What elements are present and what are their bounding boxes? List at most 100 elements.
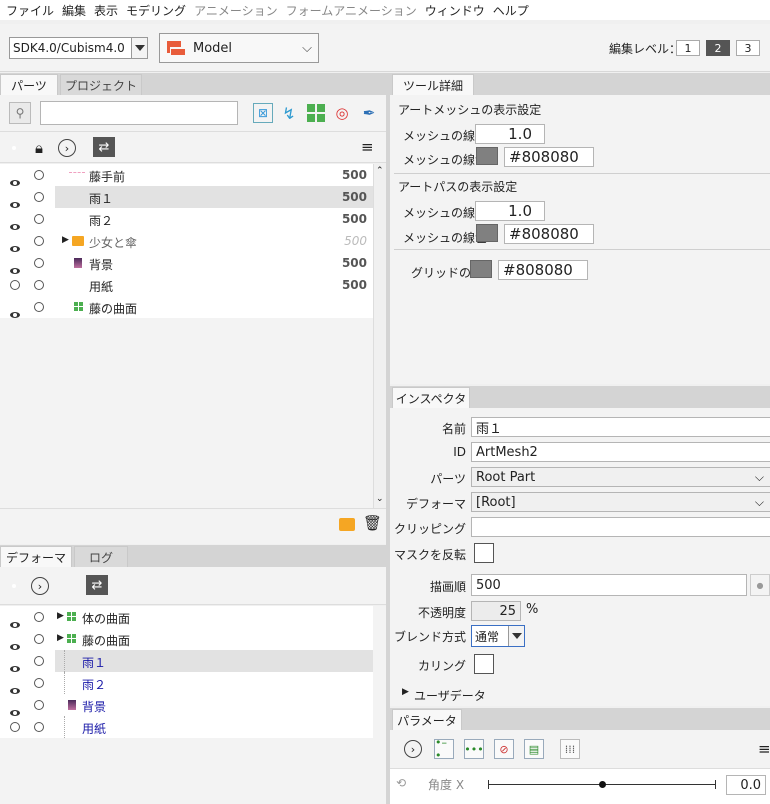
deformer-select[interactable]: [Root] ⌵ [471, 492, 770, 512]
eye-icon[interactable] [10, 312, 20, 318]
menu-icon[interactable]: ≡ [758, 740, 770, 758]
chevron-right-icon[interactable]: › [58, 139, 76, 157]
lock-toggle-icon[interactable] [34, 258, 44, 268]
lock-toggle-icon[interactable] [34, 236, 44, 246]
deformer-row[interactable]: 雨２ [0, 672, 373, 694]
link-icon[interactable]: ⟲ [396, 776, 406, 790]
mesh-color-swatch[interactable] [476, 147, 498, 165]
path-width-input[interactable]: 1.0 [475, 201, 545, 221]
lock-toggle-icon[interactable] [34, 678, 44, 688]
chevron-up-icon[interactable]: ⌃ [376, 166, 384, 176]
menu-item[interactable]: 編集 [58, 2, 90, 19]
opacity-input[interactable]: 25 [471, 601, 521, 621]
parameter-value[interactable]: 0.0 [726, 775, 766, 795]
trash-icon[interactable]: 🗑︎ [363, 514, 382, 532]
parts-row[interactable]: 用紙 500 [0, 274, 373, 296]
lock-toggle-icon[interactable] [34, 700, 44, 710]
lock-toggle-icon[interactable] [34, 634, 44, 644]
deformer-row[interactable]: 雨１ [0, 650, 373, 672]
deformer-row[interactable]: ▶ 体の曲面 [0, 606, 373, 628]
rotation-deformer-icon[interactable]: ◎ [332, 103, 352, 123]
mesh-icon[interactable]: ⊠ [253, 103, 273, 123]
grid-color-swatch[interactable] [470, 260, 492, 278]
edit-level-2[interactable]: 2 [706, 40, 730, 56]
tab-project[interactable]: プロジェクト [60, 74, 142, 95]
deformer-row[interactable]: 背景 [0, 694, 373, 716]
menu-item[interactable]: ファイル [2, 2, 58, 19]
chevron-right-icon[interactable]: ▶ [402, 687, 409, 697]
lock-toggle-icon[interactable] [34, 170, 44, 180]
chevron-right-icon[interactable]: › [404, 740, 422, 758]
model-select[interactable]: Model ⌵ [159, 33, 319, 63]
folder-icon[interactable] [339, 518, 355, 531]
blend-select[interactable]: 通常 [471, 625, 525, 647]
search-icon[interactable]: ⚲ [9, 102, 31, 124]
tab-parts[interactable]: パーツ [0, 74, 58, 95]
menu-item[interactable]: 表示 [90, 2, 122, 19]
menu-icon[interactable]: ≡ [361, 138, 374, 156]
parts-scrollbar[interactable]: ⌃ ⌄ [373, 164, 386, 508]
chevron-right-icon[interactable]: ▶ [57, 633, 64, 643]
parts-search-input[interactable] [40, 101, 238, 125]
dots-grid-icon[interactable]: ⁞⁞⁞ [560, 739, 580, 759]
tab-inspector[interactable]: インスペクタ [392, 387, 470, 408]
lock-toggle-icon[interactable] [34, 192, 44, 202]
path-icon[interactable]: ↯ [279, 103, 299, 123]
parts-row[interactable]: ▶ 少女と傘 500 [0, 230, 373, 252]
deformer-row[interactable]: ▶ 藤の曲面 [0, 628, 373, 650]
parts-row[interactable]: 藤の曲面 [0, 296, 373, 318]
id-input[interactable]: ArtMesh2 [471, 442, 770, 462]
lock-toggle-icon[interactable] [34, 722, 44, 732]
culling-checkbox[interactable] [474, 654, 494, 674]
path-color-swatch[interactable] [476, 224, 498, 242]
tab-parameters[interactable]: パラメータ [392, 709, 462, 730]
lock-toggle-icon[interactable] [34, 656, 44, 666]
name-input[interactable]: 雨１ [471, 417, 770, 437]
parameter-slider[interactable] [488, 780, 716, 789]
swap-icon[interactable]: ⇄ [93, 137, 115, 157]
draw-order-input[interactable]: 500 [471, 574, 747, 596]
visibility-off-icon[interactable] [10, 280, 20, 290]
parts-row[interactable]: 藤手前 500 [0, 164, 373, 186]
sdk-select[interactable]: SDK4.0/Cubism4.0 [9, 37, 148, 59]
edit-level-1[interactable]: 1 [676, 40, 700, 56]
key-grid-icon[interactable]: ▤ [524, 739, 544, 759]
tab-tool-detail[interactable]: ツール詳細 [392, 74, 474, 95]
curved-deformer-icon[interactable] [306, 103, 326, 123]
visibility-off-icon[interactable] [10, 722, 20, 732]
lock-toggle-icon[interactable] [34, 612, 44, 622]
pen-icon[interactable]: ✒ [359, 103, 379, 123]
grid-color-input[interactable]: #808080 [498, 260, 588, 280]
add-three-keys-icon[interactable]: ••• [464, 739, 484, 759]
parts-row[interactable]: 雨１ 500 [0, 186, 373, 208]
menu-item[interactable]: モデリング [122, 2, 190, 19]
slider-knob[interactable] [599, 781, 606, 788]
chevron-down-icon[interactable] [508, 626, 524, 646]
menu-item[interactable]: アニメーション [190, 2, 282, 19]
chevron-right-icon[interactable]: ▶ [57, 611, 64, 621]
add-key-icon[interactable]: •–• [434, 736, 454, 762]
path-color-input[interactable]: #808080 [504, 224, 594, 244]
edit-level-3[interactable]: 3 [736, 40, 760, 56]
tab-log[interactable]: ログ [74, 546, 128, 567]
chevron-right-icon[interactable]: ▶ [62, 235, 69, 245]
deformer-row[interactable]: 用紙 [0, 716, 373, 738]
swap-icon[interactable]: ⇄ [86, 575, 108, 595]
parts-select[interactable]: Root Part ⌵ [471, 467, 770, 487]
lock-icon[interactable]: 🔒︎ [35, 139, 43, 157]
lock-toggle-icon[interactable] [34, 280, 44, 290]
menu-item[interactable]: フォームアニメーション [282, 2, 421, 19]
remove-key-icon[interactable]: ⊘ [494, 739, 514, 759]
chevron-down-icon[interactable]: ⌄ [376, 494, 384, 504]
user-data-toggle[interactable]: ユーザデータ [414, 687, 486, 704]
parts-row[interactable]: 背景 500 [0, 252, 373, 274]
lock-toggle-icon[interactable] [34, 302, 44, 312]
mesh-color-input[interactable]: #808080 [504, 147, 594, 167]
tab-deformer[interactable]: デフォーマ [0, 546, 72, 567]
menu-item[interactable]: ヘルプ [489, 2, 533, 19]
chevron-down-icon[interactable] [131, 38, 147, 58]
menu-item[interactable]: ウィンドウ [421, 2, 489, 19]
lock-toggle-icon[interactable] [34, 214, 44, 224]
parts-row[interactable]: 雨２ 500 [0, 208, 373, 230]
dot-icon[interactable]: ● [750, 574, 770, 596]
